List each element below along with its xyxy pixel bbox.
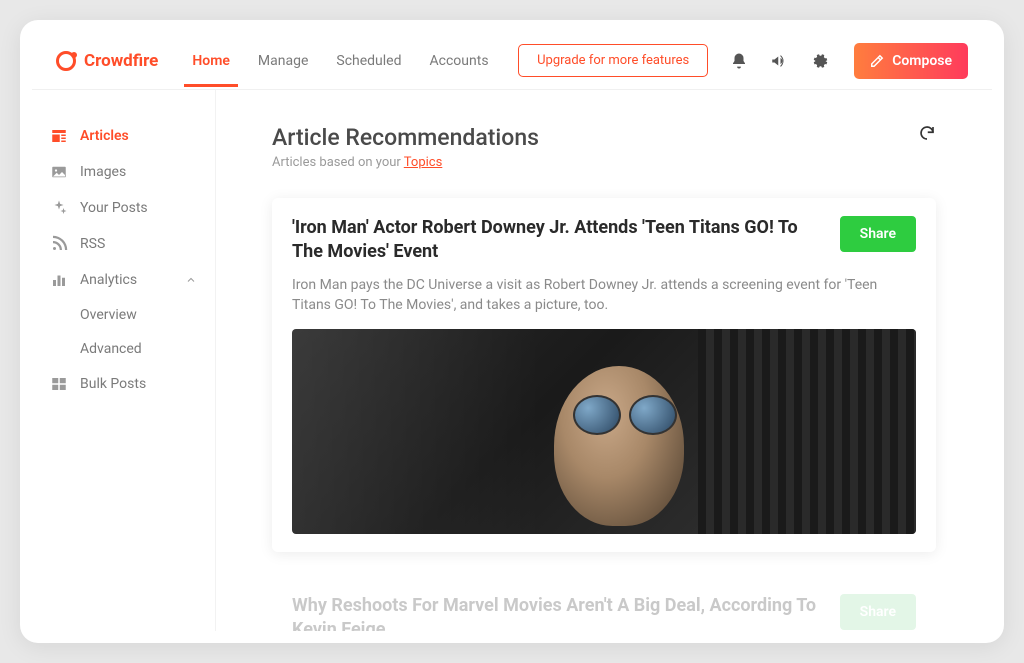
articles-icon <box>50 127 68 145</box>
brand-name: Crowdfire <box>84 51 158 71</box>
megaphone-icon[interactable] <box>770 52 788 70</box>
nav-accounts[interactable]: Accounts <box>428 35 491 87</box>
sparkle-icon <box>50 199 68 217</box>
article-title[interactable]: 'Iron Man' Actor Robert Downey Jr. Atten… <box>292 216 824 265</box>
sidebar-label: Overview <box>80 307 137 323</box>
device-frame: Crowdfire Home Manage Scheduled Accounts… <box>20 20 1004 643</box>
nav-home[interactable]: Home <box>190 35 232 87</box>
body: Articles Images Your Posts <box>32 90 992 631</box>
page-title: Article Recommendations <box>272 124 539 151</box>
brand[interactable]: Crowdfire <box>56 51 158 71</box>
compose-icon <box>870 54 884 68</box>
subtitle-text: Articles based on your <box>272 155 404 170</box>
compose-button[interactable]: Compose <box>854 43 968 79</box>
bell-icon[interactable] <box>730 52 748 70</box>
sidebar-item-overview[interactable]: Overview <box>32 298 215 332</box>
main-header: Article Recommendations Articles based o… <box>272 124 936 170</box>
sidebar-label: Advanced <box>80 341 142 357</box>
gear-icon[interactable] <box>810 52 828 70</box>
article-card: Why Reshoots For Marvel Movies Aren't A … <box>272 576 936 631</box>
article-card: 'Iron Man' Actor Robert Downey Jr. Atten… <box>272 198 936 552</box>
topbar: Crowdfire Home Manage Scheduled Accounts… <box>32 32 992 90</box>
sidebar-item-analytics[interactable]: Analytics <box>32 262 215 298</box>
sidebar-label: Your Posts <box>80 200 148 216</box>
share-button[interactable]: Share <box>840 216 916 252</box>
analytics-icon <box>50 271 68 289</box>
article-title[interactable]: Why Reshoots For Marvel Movies Aren't A … <box>292 594 824 631</box>
main-nav: Home Manage Scheduled Accounts <box>190 35 490 87</box>
share-button[interactable]: Share <box>840 594 916 630</box>
upgrade-button[interactable]: Upgrade for more features <box>518 44 708 77</box>
sidebar-label: Images <box>80 164 126 180</box>
sidebar-item-articles[interactable]: Articles <box>32 118 215 154</box>
sidebar-item-bulk-posts[interactable]: Bulk Posts <box>32 366 215 402</box>
nav-scheduled[interactable]: Scheduled <box>334 35 403 87</box>
sidebar-label: Analytics <box>80 272 137 288</box>
sidebar-item-rss[interactable]: RSS <box>32 226 215 262</box>
rss-icon <box>50 235 68 253</box>
sidebar-item-images[interactable]: Images <box>32 154 215 190</box>
app-window: Crowdfire Home Manage Scheduled Accounts… <box>32 32 992 631</box>
bulk-posts-icon <box>50 375 68 393</box>
compose-label: Compose <box>892 53 952 69</box>
refresh-icon[interactable] <box>918 124 936 142</box>
sidebar: Articles Images Your Posts <box>32 90 216 631</box>
sidebar-label: Bulk Posts <box>80 376 146 392</box>
sidebar-item-advanced[interactable]: Advanced <box>32 332 215 366</box>
crowdfire-logo-icon <box>56 51 76 71</box>
topics-link[interactable]: Topics <box>404 155 443 170</box>
chevron-up-icon <box>185 274 197 286</box>
sidebar-item-your-posts[interactable]: Your Posts <box>32 190 215 226</box>
main-content: Article Recommendations Articles based o… <box>216 90 992 631</box>
images-icon <box>50 163 68 181</box>
article-description: Iron Man pays the DC Universe a visit as… <box>292 275 916 316</box>
sidebar-label: Articles <box>80 128 129 144</box>
page-subtitle: Articles based on your Topics <box>272 155 539 170</box>
article-image[interactable] <box>292 329 916 534</box>
nav-manage[interactable]: Manage <box>256 35 310 87</box>
sidebar-label: RSS <box>80 236 105 252</box>
